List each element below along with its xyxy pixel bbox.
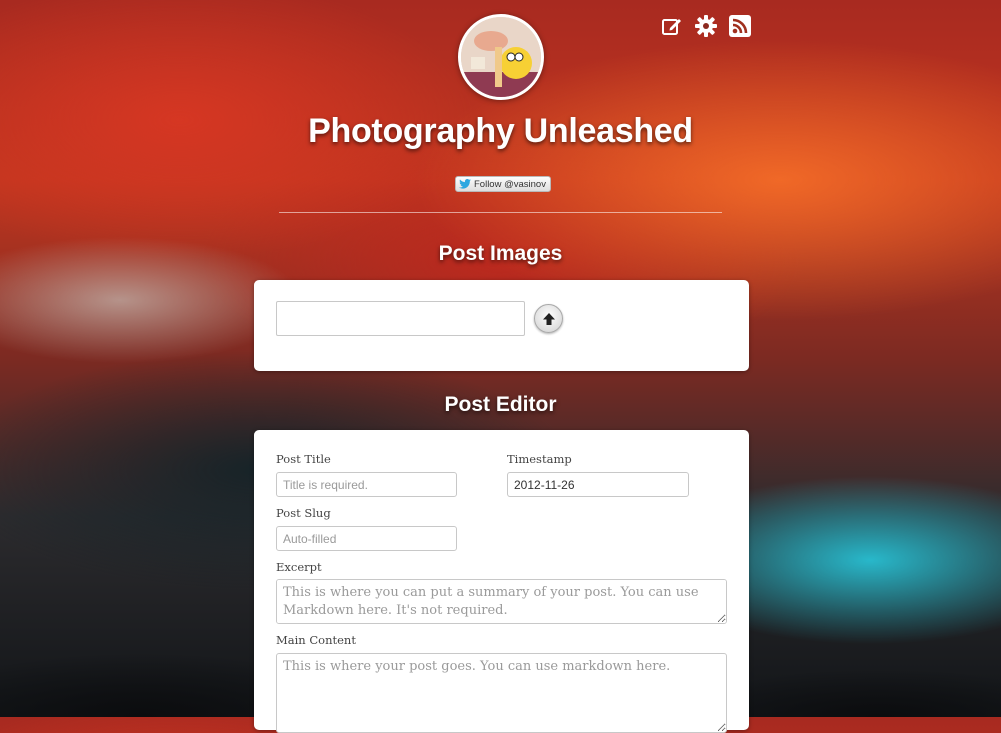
avatar-image <box>461 17 541 97</box>
rss-button[interactable] <box>728 14 752 38</box>
main-content-textarea[interactable] <box>276 653 727 733</box>
site-title: Photography Unleashed <box>308 112 693 150</box>
post-editor-panel: Post Title Timestamp Post Slug Excerpt M… <box>254 430 749 733</box>
post-slug-input[interactable] <box>276 526 457 551</box>
header-divider <box>279 212 722 213</box>
post-title-input[interactable] <box>276 472 457 497</box>
timestamp-label: Timestamp <box>507 452 572 466</box>
post-images-heading: Post Images <box>438 242 563 265</box>
twitter-bird-icon <box>459 179 471 189</box>
image-upload-field[interactable] <box>276 301 525 336</box>
excerpt-label: Excerpt <box>276 560 322 574</box>
post-editor-heading: Post Editor <box>444 393 557 416</box>
edit-icon <box>662 19 681 35</box>
post-title-label: Post Title <box>276 452 331 466</box>
twitter-follow-label: Follow @vasinov <box>474 178 546 190</box>
post-slug-label: Post Slug <box>276 506 331 520</box>
settings-button[interactable] <box>694 14 718 38</box>
twitter-follow-button[interactable]: Follow @vasinov <box>455 176 551 192</box>
admin-toolbar <box>660 14 752 38</box>
post-images-panel <box>254 280 749 371</box>
timestamp-input[interactable] <box>507 472 689 497</box>
rss-icon <box>729 15 751 37</box>
upload-arrow-icon <box>542 312 555 325</box>
avatar[interactable] <box>458 14 544 100</box>
main-content-label: Main Content <box>276 633 356 647</box>
gear-icon <box>695 15 717 37</box>
excerpt-textarea[interactable] <box>276 579 727 624</box>
upload-button[interactable] <box>534 304 563 333</box>
edit-button[interactable] <box>660 14 684 38</box>
